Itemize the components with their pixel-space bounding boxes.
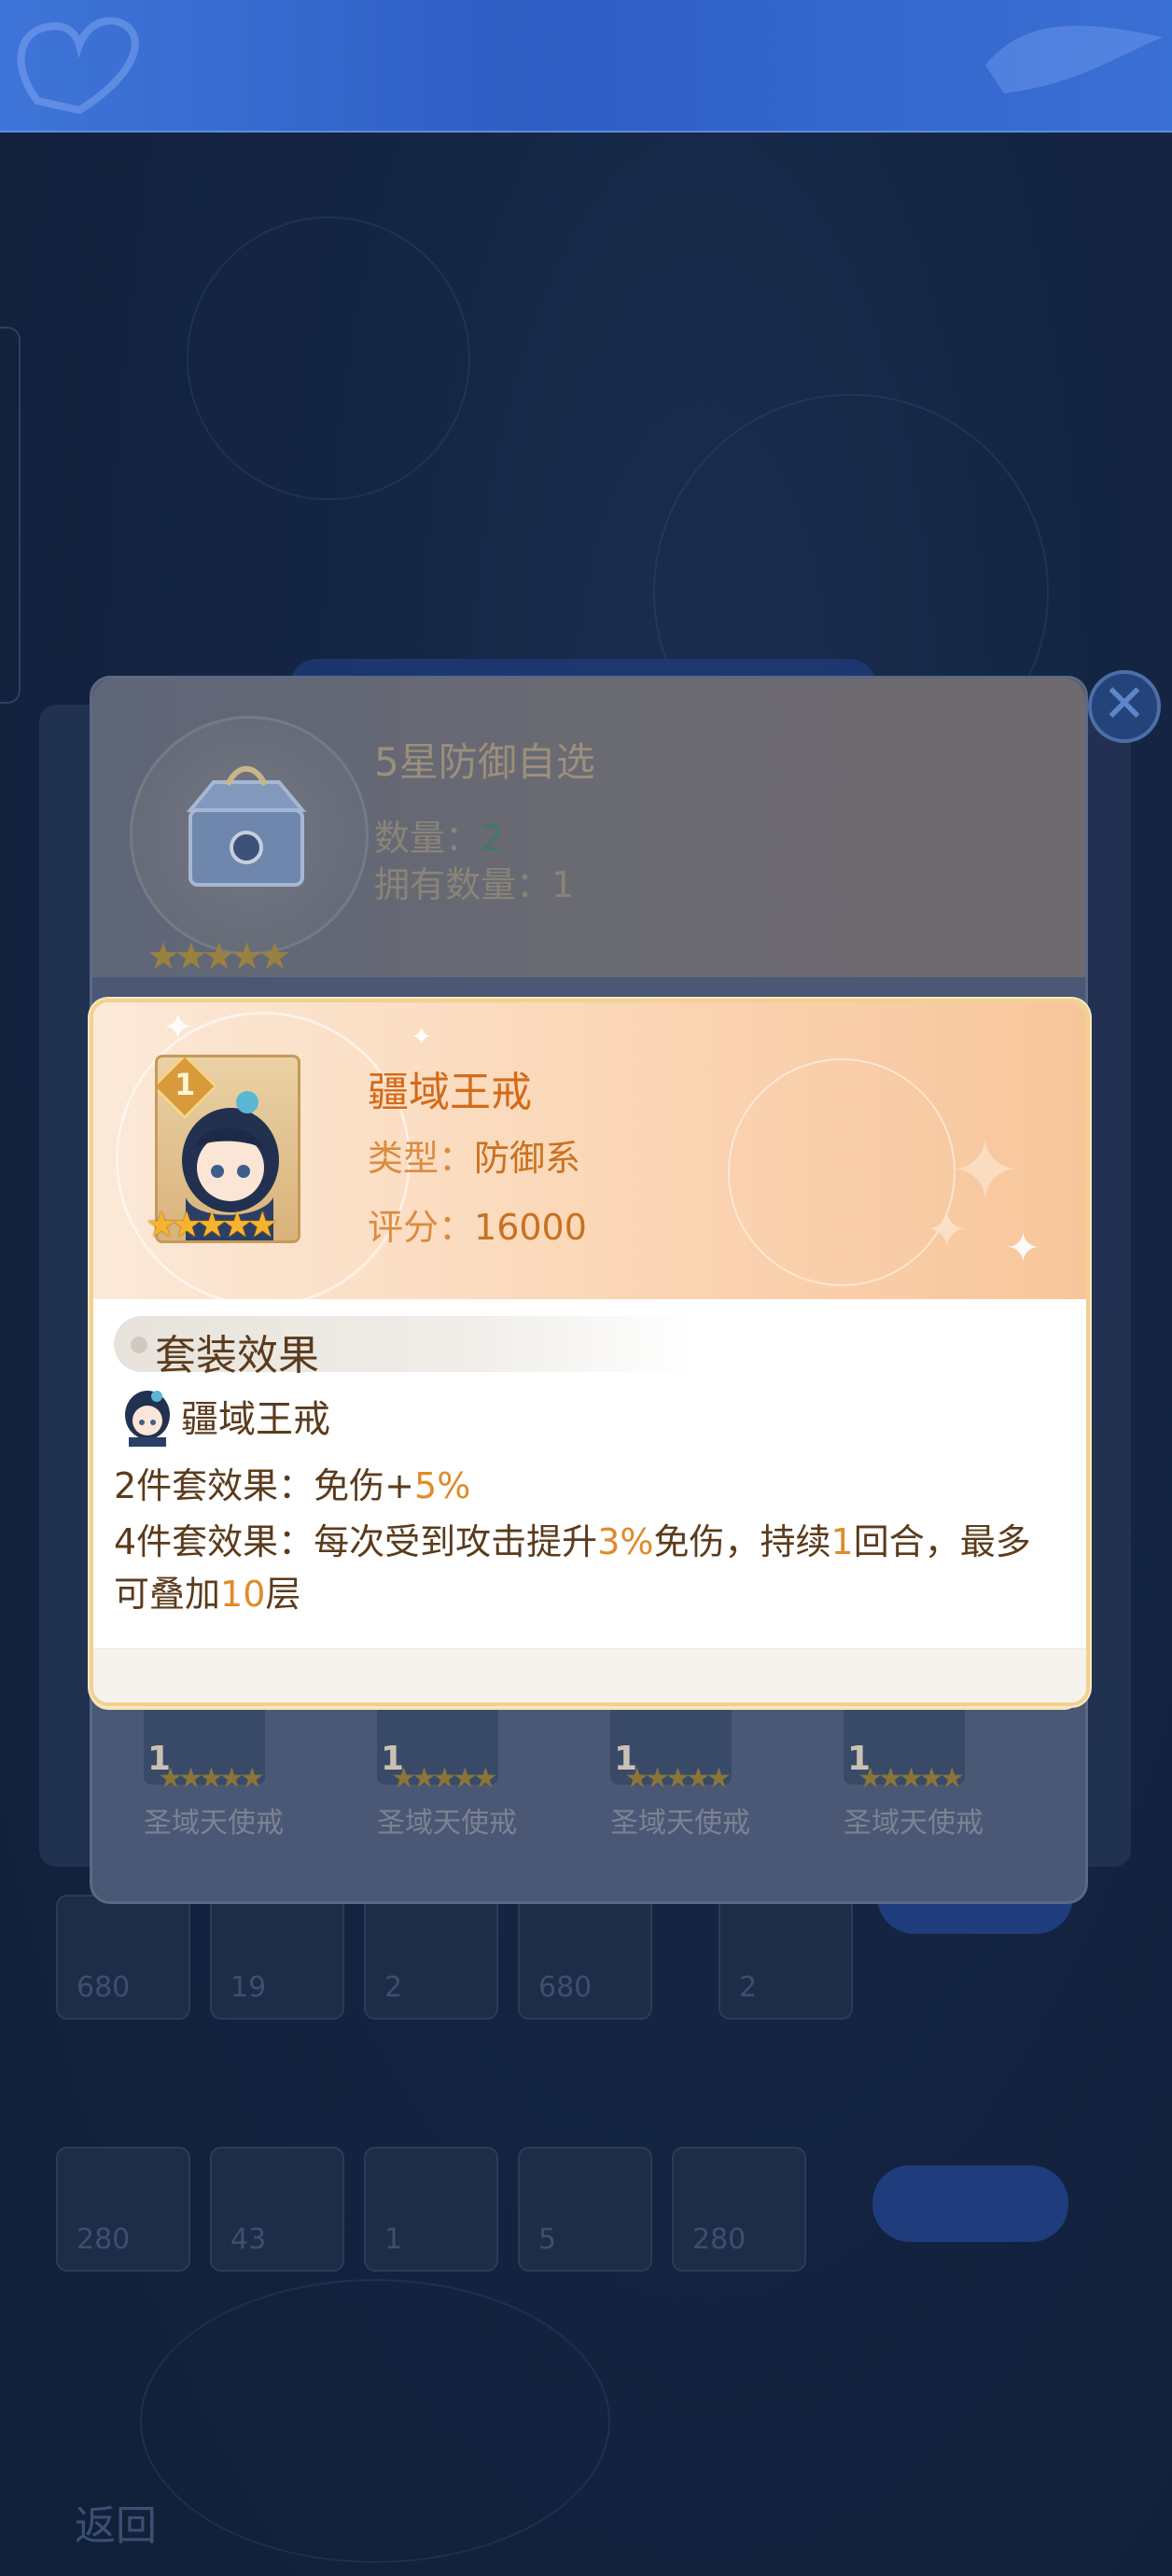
background-item-count: 2 [384,1971,403,2004]
set-effect-title: 套装效果 [155,1332,319,1379]
set-character-icon [125,1391,170,1447]
sparkle-icon: ✦ [1006,1225,1040,1272]
level-number: 1 [174,1067,196,1102]
sparkle-icon: ✦ [926,1200,969,1259]
item-detail-header: ✦ ✦ ✦ ✦ ✦ 1 ★★★★★ 疆域王戒 类型：防御系 评分：16000 [93,1002,1086,1307]
ring-option[interactable]: 1 ★★★★★ 圣域天使戒 [825,1691,993,1897]
background-item-slot[interactable]: 280 [672,2147,806,2272]
item-score-label: 评分： [368,1207,475,1248]
effect4-value-2: 1 [830,1521,854,1562]
item-detail-footer [93,1648,1086,1702]
header-bullet-icon [131,1337,147,1353]
item-star-rating: ★★★★★ [146,1204,278,1245]
sparkle-icon: ✦ [411,1021,433,1052]
background-item-slot[interactable]: 5 [518,2147,652,2272]
ring-name: 圣域天使戒 [144,1807,284,1840]
background-item-count: 680 [538,1971,593,2004]
item-name: 疆域王戒 [368,1069,532,1116]
item-type: 类型：防御系 [368,1129,580,1181]
ring-name: 圣域天使戒 [377,1807,517,1840]
background-item-slot[interactable]: 43 [210,2147,344,2272]
background-item-slot[interactable]: 680 [518,1895,652,2020]
ring-star-rating: ★★★★★ [158,1762,264,1795]
item-score-value: 16000 [474,1207,587,1248]
effect4-text-mid: 免伤，持续 [653,1521,831,1562]
effect4-value-1: 3% [597,1521,654,1562]
chest-quantity-value: 2 [481,818,504,859]
set-effect-header: 套装效果 [114,1316,692,1379]
bg-ornament [187,217,470,500]
background-item-slot[interactable]: 280 [56,2147,190,2272]
wing-decoration-icon [985,25,1163,93]
background-item-count: 43 [230,2223,267,2256]
chest-popup-header: ★★★★★ 5星防御自选 数量：2 拥有数量：1 [92,679,1085,978]
ring-option[interactable]: 1 ★★★★★ 圣域天使戒 [358,1691,526,1897]
background-item-count: 680 [77,1971,131,2004]
return-button[interactable]: 返回 [75,2492,157,2552]
background-item-slot[interactable]: 680 [56,1895,190,2020]
background-item-count: 280 [77,2223,131,2256]
chest-quantity-label: 数量： [374,818,481,859]
heart-emblem-icon [17,17,139,115]
ring-star-rating: ★★★★★ [624,1762,731,1795]
item-type-value: 防御系 [474,1138,581,1179]
set-effect-4-piece: 4件套效果：每次受到攻击提升3%免伤，持续1回合，最多可叠加10层 [114,1516,1056,1620]
top-bar [0,0,1172,133]
background-item-slot[interactable]: 2 [719,1895,853,2020]
item-score: 评分：16000 [368,1198,587,1250]
background-action-button[interactable] [872,2165,1068,2242]
background-item-count: 2 [739,1971,758,2004]
side-drawer-tab[interactable] [0,327,21,704]
background-item-slot[interactable]: 2 [364,1895,498,2020]
item-detail-popup: ✦ ✦ ✦ ✦ ✦ 1 ★★★★★ 疆域王戒 类型：防御系 评分：16000 套… [90,999,1090,1706]
background-item-count: 1 [384,2223,403,2256]
ring-name: 圣域天使戒 [844,1807,984,1840]
sparkle-icon: ✦ [162,1006,194,1049]
chest-owned-count: 拥有数量：1 [374,864,575,905]
chest-title: 5星防御自选 [374,739,595,785]
effect4-value-3: 10 [220,1574,266,1615]
chest-quantity: 数量：2 [374,809,503,861]
item-type-label: 类型： [368,1138,475,1179]
close-button[interactable]: ✕ [1088,670,1161,743]
effect4-text-end: 层 [265,1574,301,1615]
background-item-count: 5 [538,2223,557,2256]
ring-name: 圣域天使戒 [610,1807,750,1840]
chest-star-rating: ★★★★★ [146,935,291,978]
background-item-slot[interactable]: 1 [364,2147,498,2272]
effect2-value: 5% [414,1465,471,1506]
effect2-text: 2件套效果：免伤+ [114,1465,415,1506]
effect4-text: 4件套效果：每次受到攻击提升 [114,1521,598,1562]
set-name: 疆域王戒 [181,1398,330,1441]
ring-star-rating: ★★★★★ [858,1762,964,1795]
treasure-chest-icon [186,765,307,887]
background-item-count: 19 [230,1971,267,2004]
bg-ornament [140,2279,610,2563]
background-item-count: 280 [692,2223,746,2256]
header-ornament [728,1058,956,1286]
background-item-slot[interactable]: 19 [210,1895,344,2020]
set-effect-2-piece: 2件套效果：免伤+5% [114,1460,1056,1512]
ring-option[interactable]: 1 ★★★★★ 圣域天使戒 [125,1691,293,1897]
ring-option[interactable]: 1 ★★★★★ 圣域天使戒 [592,1691,760,1897]
ring-star-rating: ★★★★★ [391,1762,497,1795]
